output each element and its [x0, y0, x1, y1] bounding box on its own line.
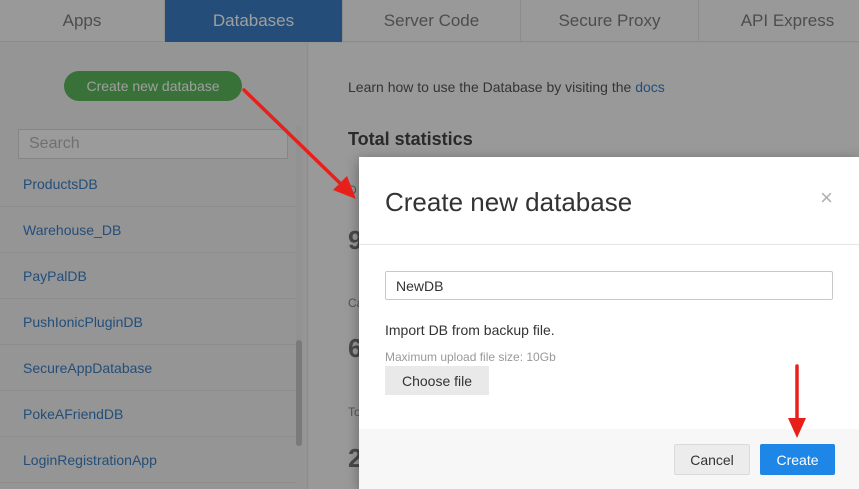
- close-icon[interactable]: ×: [820, 187, 833, 209]
- import-backup-label: Import DB from backup file.: [385, 322, 555, 338]
- create-database-dialog: Create new database × Import DB from bac…: [359, 157, 859, 489]
- dialog-title: Create new database: [385, 187, 633, 217]
- choose-file-button[interactable]: Choose file: [385, 366, 489, 395]
- create-button[interactable]: Create: [760, 444, 835, 475]
- database-name-input[interactable]: [385, 271, 833, 300]
- dialog-header: Create new database ×: [359, 157, 859, 245]
- dialog-footer: Cancel Create: [359, 429, 859, 489]
- max-upload-size-note: Maximum upload file size: 10Gb: [385, 350, 556, 364]
- cancel-button[interactable]: Cancel: [674, 444, 750, 475]
